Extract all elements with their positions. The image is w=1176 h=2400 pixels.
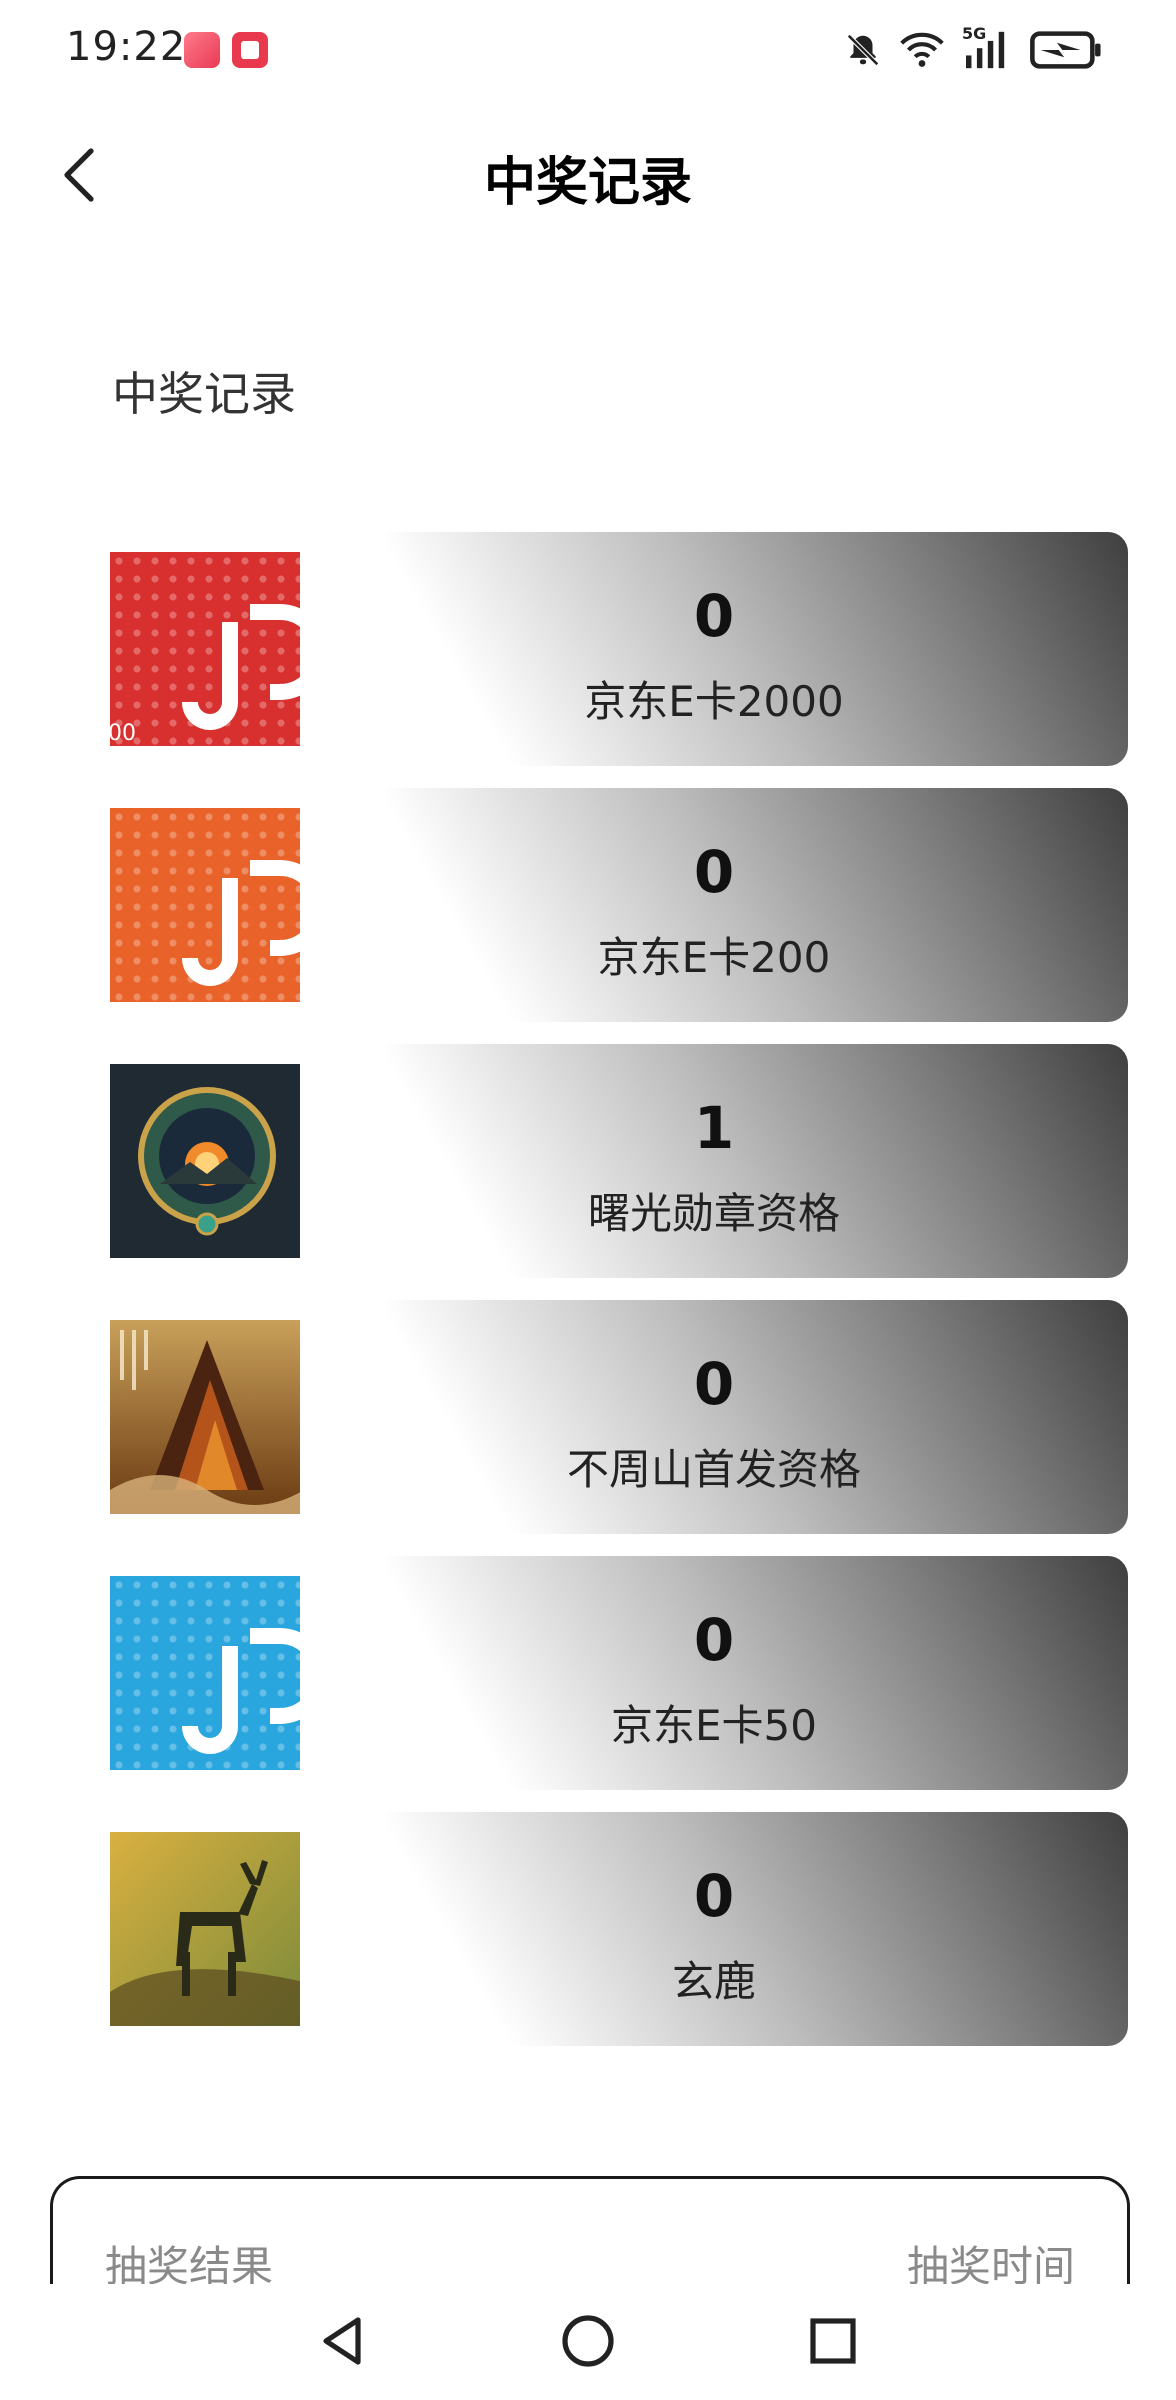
app-red-icon xyxy=(232,32,268,68)
prize-card: 1 曙光勋章资格 xyxy=(300,1044,1128,1278)
battery-charging-icon xyxy=(1028,30,1104,70)
prize-count: 0 xyxy=(693,582,735,650)
svg-text:00: 00 xyxy=(110,721,136,746)
section-title: 中奖记录 xyxy=(112,367,296,421)
prize-card: 0 不周山首发资格 xyxy=(300,1300,1128,1534)
prize-name: 京东E卡50 xyxy=(611,1701,817,1750)
prize-name: 玄鹿 xyxy=(671,1957,756,2006)
prize-card: 0 京东E卡50 xyxy=(300,1556,1128,1790)
prize-name: 曙光勋章资格 xyxy=(587,1189,840,1238)
back-triangle-icon xyxy=(323,2317,361,2365)
jd-card-orange-thumb xyxy=(110,808,304,1002)
prize-name: 京东E卡2000 xyxy=(584,677,844,726)
system-nav-bar xyxy=(0,2284,1176,2400)
record-row[interactable]: 0 京东E卡200 xyxy=(0,786,1176,1022)
recents-square-icon xyxy=(810,2318,856,2364)
prize-count: 0 xyxy=(693,838,735,906)
wifi-icon xyxy=(900,31,944,69)
bell-muted-icon xyxy=(844,31,882,69)
prize-card: 0 京东E卡2000 xyxy=(300,532,1128,766)
prize-count: 1 xyxy=(693,1094,735,1162)
signal-icon: 5G xyxy=(962,24,1010,70)
xuan-deer-art-thumb xyxy=(110,1832,304,2026)
prize-count: 0 xyxy=(693,1606,735,1674)
record-row[interactable]: 0 玄鹿 xyxy=(0,1810,1176,2046)
prize-card: 0 玄鹿 xyxy=(300,1812,1128,2046)
buzhou-mountain-art-thumb xyxy=(110,1320,304,1514)
network-label: 5G xyxy=(962,24,987,43)
status-time: 19:22 xyxy=(66,24,187,70)
dawn-medal-art-thumb xyxy=(110,1064,304,1258)
record-row[interactable]: 0 不周山首发资格 xyxy=(0,1298,1176,1534)
status-bar: 19:22 5G xyxy=(0,0,1176,100)
prize-name: 不周山首发资格 xyxy=(566,1445,861,1494)
status-icons: 5G xyxy=(844,24,1104,70)
app-badge-icon xyxy=(184,32,220,68)
record-row[interactable]: 00 0 京东E卡2000 xyxy=(0,530,1176,766)
draw-records-panel: 抽奖结果 抽奖时间 xyxy=(50,2176,1130,2296)
page-title: 中奖记录 xyxy=(483,153,692,213)
prize-card: 0 京东E卡200 xyxy=(300,788,1128,1022)
system-recents-button[interactable] xyxy=(798,2306,868,2376)
home-circle-icon xyxy=(562,2315,614,2367)
jd-card-blue-thumb xyxy=(110,1576,304,1770)
system-back-button[interactable] xyxy=(306,2306,376,2376)
prize-count: 0 xyxy=(693,1350,735,1418)
record-row[interactable]: 1 曙光勋章资格 xyxy=(0,1042,1176,1278)
prize-count: 0 xyxy=(693,1862,735,1930)
record-row[interactable]: 0 京东E卡50 xyxy=(0,1554,1176,1790)
jd-card-red-thumb: 00 xyxy=(110,552,304,746)
prize-name: 京东E卡200 xyxy=(597,933,831,982)
nav-bar: 中奖记录 xyxy=(0,110,1176,240)
system-home-button[interactable] xyxy=(553,2306,623,2376)
